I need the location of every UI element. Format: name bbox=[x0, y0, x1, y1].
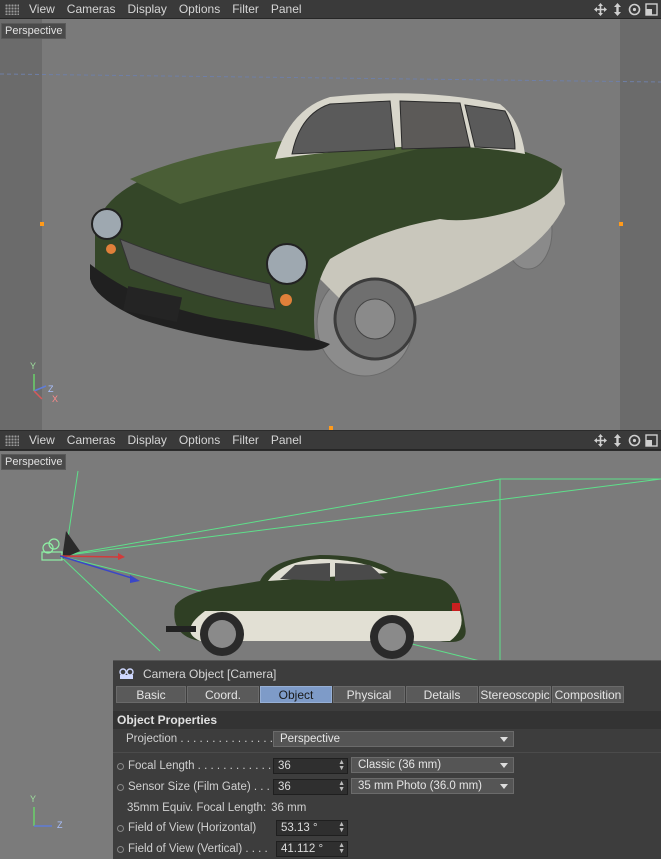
section-object-properties: Object Properties bbox=[113, 711, 661, 729]
view-nav-icons bbox=[593, 2, 661, 17]
tab-composition[interactable]: Composition bbox=[552, 686, 624, 703]
top-viewport-menubar: View Cameras Display Options Filter Pane… bbox=[0, 0, 661, 19]
camera-object-icon bbox=[119, 667, 134, 679]
move-view-icon[interactable] bbox=[593, 433, 608, 448]
rotate-view-icon[interactable] bbox=[627, 2, 642, 17]
axis-z-label: Z bbox=[48, 384, 54, 394]
car-model-top[interactable] bbox=[90, 93, 565, 377]
layout-toggle-icon[interactable] bbox=[644, 2, 659, 17]
keyframe-dot-icon[interactable] bbox=[117, 783, 124, 791]
sensor-size-label: Sensor Size (Film Gate) . . . bbox=[128, 781, 270, 793]
sensor-size-value: 36 bbox=[278, 781, 291, 793]
panel-grip-icon[interactable] bbox=[5, 3, 19, 15]
menu-cameras[interactable]: Cameras bbox=[63, 0, 124, 19]
fov-horizontal-row: Field of View (Horizontal) bbox=[113, 819, 661, 837]
sensor-size-preset-dropdown[interactable]: 35 mm Photo (36.0 mm) bbox=[351, 778, 514, 794]
fov-vertical-label: Field of View (Vertical) . . . . bbox=[128, 843, 268, 855]
tab-object[interactable]: Object bbox=[260, 686, 332, 703]
fov-horizontal-value: 53.13 ° bbox=[281, 822, 318, 834]
menu-options[interactable]: Options bbox=[175, 0, 228, 19]
bottom-viewport-label[interactable]: Perspective bbox=[1, 454, 67, 470]
axis-y-label: Y bbox=[30, 794, 37, 804]
tab-details[interactable]: Details bbox=[406, 686, 478, 703]
keyframe-dot-icon[interactable] bbox=[117, 845, 124, 853]
equiv-focal-row: 35mm Equiv. Focal Length: 36 mm bbox=[113, 799, 661, 817]
layout-toggle-icon[interactable] bbox=[644, 433, 659, 448]
axis-y-label: Y bbox=[30, 361, 37, 371]
menu-panel[interactable]: Panel bbox=[267, 0, 310, 19]
keyframe-dot-icon[interactable] bbox=[117, 762, 124, 770]
fov-horizontal-label: Field of View (Horizontal) bbox=[128, 822, 257, 834]
focal-length-preset: Classic (36 mm) bbox=[358, 759, 442, 771]
projection-dropdown[interactable]: Perspective bbox=[273, 731, 514, 747]
sensor-size-field[interactable]: 36 ▲ ▼ bbox=[273, 779, 348, 795]
camera-object-icon[interactable] bbox=[41, 531, 140, 583]
stepper-arrows-icon[interactable]: ▲ ▼ bbox=[338, 780, 345, 793]
divider bbox=[113, 752, 661, 753]
projection-label: Projection . . . . . . . . . . . . . . .… bbox=[126, 733, 280, 745]
bottom-viewport-menubar: View Cameras Display Options Filter Pane… bbox=[0, 431, 661, 450]
tab-stereoscopic[interactable]: Stereoscopic bbox=[479, 686, 551, 703]
menu-display[interactable]: Display bbox=[123, 0, 174, 19]
stepper-arrows-icon[interactable]: ▲ ▼ bbox=[338, 759, 345, 772]
car-model-bottom[interactable] bbox=[166, 555, 466, 659]
menu-options[interactable]: Options bbox=[175, 431, 228, 450]
tab-physical[interactable]: Physical bbox=[333, 686, 405, 703]
view-nav-icons bbox=[593, 433, 661, 448]
menu-view[interactable]: View bbox=[25, 431, 63, 450]
zoom-view-icon[interactable] bbox=[610, 2, 625, 17]
projection-value: Perspective bbox=[280, 733, 341, 745]
equiv-focal-value: 36 mm bbox=[271, 802, 307, 814]
top-perspective-viewport[interactable]: Perspective Y Z X bbox=[0, 19, 661, 430]
focal-length-label: Focal Length . . . . . . . . . . . . bbox=[128, 760, 272, 772]
axis-x-label: X bbox=[52, 394, 59, 404]
attribute-tabs: Basic Coord. Object Physical Details Ste… bbox=[113, 686, 661, 706]
fov-vertical-field[interactable]: 41.112 ° ▲ ▼ bbox=[276, 841, 348, 857]
panel-title: Camera Object [Camera] bbox=[143, 666, 277, 681]
stepper-arrows-icon[interactable]: ▲ ▼ bbox=[338, 842, 345, 855]
focal-length-field[interactable]: 36 ▲ ▼ bbox=[273, 758, 348, 774]
axis-z-label: Z bbox=[57, 820, 63, 830]
menu-filter[interactable]: Filter bbox=[228, 431, 267, 450]
menu-filter[interactable]: Filter bbox=[228, 0, 267, 19]
focal-length-preset-dropdown[interactable]: Classic (36 mm) bbox=[351, 757, 514, 773]
focal-length-value: 36 bbox=[278, 760, 291, 772]
chevron-down-icon bbox=[500, 784, 508, 789]
top-viewport-scene bbox=[0, 19, 661, 430]
fov-horizontal-field[interactable]: 53.13 ° ▲ ▼ bbox=[276, 820, 348, 836]
stepper-arrows-icon[interactable]: ▲ ▼ bbox=[338, 821, 345, 834]
panel-title-row: Camera Object [Camera] bbox=[113, 661, 661, 686]
top-viewport-label[interactable]: Perspective bbox=[1, 23, 67, 39]
camera-attributes-panel: Camera Object [Camera] Basic Coord. Obje… bbox=[113, 660, 661, 859]
panel-grip-icon[interactable] bbox=[5, 434, 19, 446]
chevron-down-icon bbox=[500, 737, 508, 742]
sensor-size-preset: 35 mm Photo (36.0 mm) bbox=[358, 780, 482, 792]
menu-cameras[interactable]: Cameras bbox=[63, 431, 124, 450]
tab-coord[interactable]: Coord. bbox=[187, 686, 259, 703]
zoom-view-icon[interactable] bbox=[610, 433, 625, 448]
move-view-icon[interactable] bbox=[593, 2, 608, 17]
rotate-view-icon[interactable] bbox=[627, 433, 642, 448]
keyframe-dot-icon[interactable] bbox=[117, 824, 124, 832]
chevron-down-icon bbox=[500, 763, 508, 768]
menu-view[interactable]: View bbox=[25, 0, 63, 19]
menu-panel[interactable]: Panel bbox=[267, 431, 310, 450]
menu-display[interactable]: Display bbox=[123, 431, 174, 450]
fov-vertical-value: 41.112 ° bbox=[281, 843, 324, 855]
axis-gizmo-bottom bbox=[33, 807, 52, 827]
tab-basic[interactable]: Basic bbox=[116, 686, 186, 703]
fov-vertical-row: Field of View (Vertical) . . . . bbox=[113, 840, 661, 858]
equiv-focal-label: 35mm Equiv. Focal Length: bbox=[127, 802, 267, 814]
